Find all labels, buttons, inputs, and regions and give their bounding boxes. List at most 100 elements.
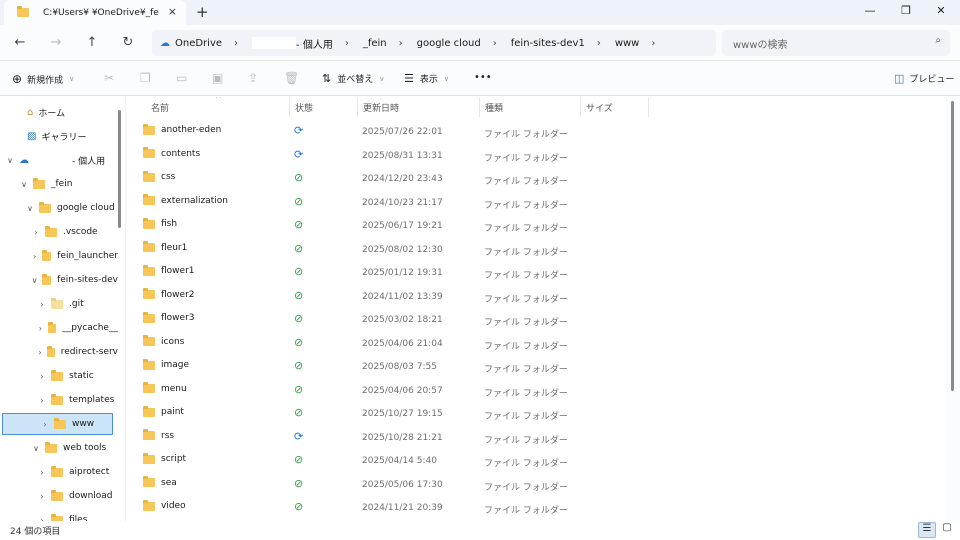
column-header-size[interactable]: サイズ	[581, 97, 649, 117]
sidebar-scrollbar[interactable]	[118, 110, 121, 228]
close-window-button[interactable]: ✕	[931, 4, 951, 17]
home-icon: ⌂	[27, 106, 34, 118]
sidebar-item[interactable]: ▨ ギャラリー	[0, 125, 118, 147]
sidebar-item[interactable]: › static	[0, 365, 118, 387]
sidebar-item[interactable]: ⌂ ホーム	[0, 101, 118, 123]
file-type: ファイル フォルダー	[484, 177, 568, 187]
sidebar-item[interactable]: › __pycache__	[0, 317, 118, 339]
search-input[interactable]: wwwの検索 ⌕	[722, 30, 950, 56]
breadcrumb[interactable]: ☁ OneDrive › - 個人用 › _fein › google cloud › f…	[152, 30, 716, 56]
chevron-right-icon[interactable]: ›	[36, 348, 44, 357]
folder-icon	[17, 6, 29, 17]
table-row[interactable]: icons ⊘ 2025/04/06 21:04 ファイル フォルダー	[127, 333, 945, 356]
chevron-right-icon[interactable]: ›	[30, 252, 39, 261]
forward-button[interactable]: →	[48, 35, 64, 50]
paste-icon[interactable]: ▭	[176, 71, 187, 85]
chevron-right-icon[interactable]: ›	[36, 324, 45, 333]
copy-icon[interactable]: ❐	[140, 71, 151, 85]
redacted-block	[34, 154, 72, 166]
column-header-status[interactable]: 状態	[290, 97, 358, 117]
scrollbar-thumb[interactable]	[951, 101, 954, 391]
sidebar-item[interactable]: ∨ google cloud	[0, 197, 118, 219]
table-row[interactable]: css ⊘ 2024/12/20 23:43 ファイル フォルダー	[127, 168, 945, 191]
window-tab[interactable]: C:¥Users¥ ¥OneDrive¥_fe ×	[4, 0, 186, 25]
chevron-right-icon[interactable]: ›	[36, 492, 48, 501]
chevron-down-icon[interactable]: ∨	[4, 156, 16, 165]
sidebar-item[interactable]: › templates	[0, 389, 118, 411]
chevron-right-icon[interactable]: ›	[36, 300, 48, 309]
search-icon: ⌕	[935, 35, 941, 46]
table-row[interactable]: sea ⊘ 2025/05/06 17:30 ファイル フォルダー	[127, 474, 945, 497]
breadcrumb-onedrive[interactable]: ☁ OneDrive ›	[160, 38, 252, 49]
sidebar-item[interactable]: › fein_launcher	[0, 245, 118, 267]
chevron-right-icon[interactable]: ›	[30, 228, 42, 237]
chevron-down-icon[interactable]: ∨	[18, 180, 30, 189]
column-header-modified[interactable]: 更新日時	[358, 97, 480, 117]
sidebar-item[interactable]: ∨ web tools	[0, 437, 118, 459]
new-button[interactable]: ⊕ 新規作成 ∨	[12, 72, 74, 86]
cut-icon[interactable]: ✂	[104, 71, 114, 85]
rename-icon[interactable]: ▣	[212, 71, 223, 85]
up-button[interactable]: ↑	[84, 35, 100, 50]
chevron-down-icon[interactable]: ∨	[30, 444, 42, 453]
view-button[interactable]: ☰ 表示 ∨	[404, 72, 449, 85]
sidebar-item[interactable]: › download	[0, 485, 118, 507]
maximize-button[interactable]: ❐	[896, 4, 916, 17]
table-row[interactable]: paint ⊘ 2025/10/27 19:15 ファイル フォルダー	[127, 403, 945, 426]
file-list-scrollbar[interactable]	[946, 97, 960, 521]
table-row[interactable]: contents ⟳ 2025/08/31 13:31 ファイル フォルダー	[127, 145, 945, 168]
file-type: ファイル フォルダー	[484, 506, 568, 516]
back-button[interactable]: ←	[12, 35, 28, 50]
chevron-right-icon[interactable]: ›	[36, 468, 48, 477]
chevron-right-icon[interactable]: ›	[36, 396, 48, 405]
table-row[interactable]: another-eden ⟳ 2025/07/26 22:01 ファイル フォルダー	[127, 121, 945, 144]
table-row[interactable]: image ⊘ 2025/08/03 7:55 ファイル フォルダー	[127, 356, 945, 379]
tab-close-button[interactable]: ×	[168, 5, 177, 18]
chevron-right-icon[interactable]: ›	[39, 420, 51, 429]
chevron-right-icon[interactable]: ›	[36, 372, 48, 381]
table-row[interactable]: script ⊘ 2025/04/14 5:40 ファイル フォルダー	[127, 450, 945, 473]
status-bar: 24 個の項目 ☰ ▢	[0, 521, 960, 540]
breadcrumb-fein[interactable]: _fein ›	[363, 38, 417, 49]
chevron-down-icon[interactable]: ∨	[24, 204, 36, 213]
breadcrumb-www[interactable]: www ›	[615, 38, 670, 49]
delete-icon[interactable]: 🗑	[284, 71, 299, 85]
sidebar-item[interactable]: › .git	[0, 293, 118, 315]
chevron-down-icon[interactable]: ∨	[30, 276, 39, 285]
sidebar-item[interactable]: › redirect-serv	[0, 341, 118, 363]
more-options-button[interactable]: •••	[474, 72, 492, 83]
share-icon[interactable]: ⇪	[248, 71, 258, 85]
breadcrumb-personal[interactable]: - 個人用 ›	[252, 36, 363, 51]
table-row[interactable]: externalization ⊘ 2024/10/23 21:17 ファイル フォル…	[127, 192, 945, 215]
sort-button[interactable]: ⇅ 並べ替え ∨	[322, 72, 384, 85]
minimize-button[interactable]: —	[860, 4, 880, 17]
table-row[interactable]: fleur1 ⊘ 2025/08/02 12:30 ファイル フォルダー	[127, 239, 945, 262]
preview-button[interactable]: ◫ プレビュー	[894, 72, 954, 85]
sidebar-item[interactable]: › aiprotect	[0, 461, 118, 483]
new-tab-button[interactable]: +	[196, 3, 209, 21]
syncing-icon: ⟳	[294, 147, 304, 161]
table-row[interactable]: menu ⊘ 2025/04/06 20:57 ファイル フォルダー	[127, 380, 945, 403]
sidebar-item[interactable]: ∨ fein-sites-dev	[0, 269, 118, 291]
sidebar-item[interactable]: ∨ ☁ - 個人用	[0, 149, 118, 171]
sidebar-item[interactable]: ∨ _fein	[0, 173, 118, 195]
sidebar-item[interactable]: › files	[0, 509, 118, 521]
synced-check-icon: ⊘	[294, 194, 304, 208]
table-row[interactable]: fish ⊘ 2025/06/17 19:21 ファイル フォルダー	[127, 215, 945, 238]
details-view-button[interactable]: ☰	[918, 522, 936, 538]
folder-icon	[47, 321, 57, 333]
table-row[interactable]: video ⊘ 2024/11/21 20:39 ファイル フォルダー	[127, 497, 945, 520]
table-row[interactable]: flower1 ⊘ 2025/01/12 19:31 ファイル フォルダー	[127, 262, 945, 285]
table-row[interactable]: flower2 ⊘ 2024/11/02 13:39 ファイル フォルダー	[127, 286, 945, 309]
column-header-name[interactable]: ^ 名前	[127, 97, 290, 117]
tiles-view-button[interactable]: ▢	[938, 522, 956, 538]
table-row[interactable]: rss ⟳ 2025/10/28 21:21 ファイル フォルダー	[127, 427, 945, 450]
breadcrumb-fein-sites-dev1[interactable]: fein-sites-dev1 ›	[511, 38, 615, 49]
breadcrumb-google-cloud[interactable]: google cloud ›	[417, 38, 511, 49]
refresh-button[interactable]: ↻	[120, 35, 136, 50]
synced-check-icon: ⊘	[294, 453, 304, 466]
column-header-type[interactable]: 種類	[480, 97, 581, 117]
table-row[interactable]: flower3 ⊘ 2025/03/02 18:21 ファイル フォルダー	[127, 309, 945, 332]
sidebar-item[interactable]: › .vscode	[0, 221, 118, 243]
sidebar-item[interactable]: › www	[2, 413, 113, 435]
